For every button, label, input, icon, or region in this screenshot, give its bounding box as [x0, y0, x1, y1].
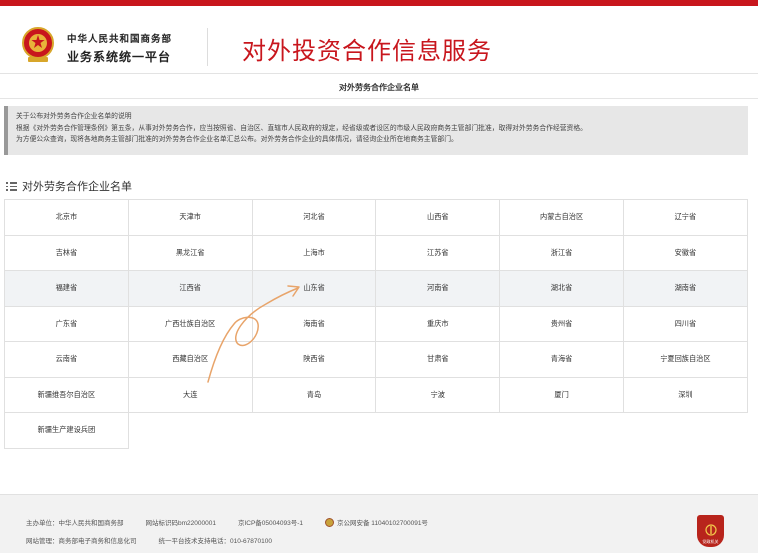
region-cell[interactable]: 新疆生产建设兵团: [4, 412, 129, 449]
region-cell[interactable]: 甘肃省: [375, 341, 501, 378]
region-cell[interactable]: 江西省: [127, 270, 253, 307]
region-cell[interactable]: 宁夏回族自治区: [622, 341, 748, 378]
region-cell[interactable]: 安徽省: [622, 234, 748, 271]
region-cell[interactable]: 陕西省: [251, 341, 377, 378]
region-cell[interactable]: 吉林省: [4, 234, 129, 271]
footer-line-2: 网站管理：商务部电子商务和信息化司 统一平台技术支持电话：010-6787010…: [26, 535, 272, 545]
region-cell[interactable]: 辽宁省: [622, 199, 748, 236]
section-title: 对外劳务合作企业名单: [22, 181, 132, 193]
badge-label: 党政机关: [702, 539, 719, 544]
site-footer: 主办单位：中华人民共和国商务部 网站标识码bm22000001 京ICP备050…: [0, 494, 758, 553]
region-cell[interactable]: 宁波: [375, 376, 501, 413]
region-cell[interactable]: 深圳: [622, 376, 748, 413]
section-header: 对外劳务合作企业名单: [6, 179, 132, 193]
region-cell[interactable]: 北京市: [4, 199, 129, 236]
region-row: 广东省 广西壮族自治区 海南省 重庆市 贵州省 四川省: [4, 305, 748, 342]
region-cell[interactable]: 青海省: [499, 341, 624, 378]
footer-sponsor: 主办单位：中华人民共和国商务部: [26, 520, 124, 527]
list-icon: [6, 181, 17, 191]
region-cell[interactable]: 河南省: [375, 270, 501, 307]
footer-police-text: 京公网安备 11040102700091号: [337, 520, 428, 527]
main-content: 对外劳务合作企业名单 关于公布对外劳务合作企业名单的说明 根据《对外劳务合作管理…: [0, 74, 758, 494]
police-badge-icon: [325, 517, 334, 527]
region-cell[interactable]: 新疆维吾尔自治区: [4, 376, 129, 413]
region-cell[interactable]: 西藏自治区: [127, 341, 253, 378]
page-title: 对外劳务合作企业名单: [339, 83, 419, 92]
region-cell[interactable]: 厦门: [499, 376, 624, 413]
region-row: 吉林省 黑龙江省 上海市 江苏省 浙江省 安徽省: [4, 234, 748, 271]
region-cell[interactable]: 湖南省: [622, 270, 748, 307]
region-cell[interactable]: 大连: [127, 376, 253, 413]
empty-cell: [128, 413, 252, 449]
national-emblem-icon[interactable]: [20, 26, 56, 64]
footer-site-code: 网站标识码bm22000001: [145, 520, 216, 527]
footer-police-link[interactable]: 京公网安备 11040102700091号: [325, 517, 428, 527]
footer-support: 统一平台技术支持电话：010-67870100: [158, 538, 272, 545]
region-cell[interactable]: 浙江省: [499, 234, 624, 271]
empty-cell: [376, 413, 500, 449]
ministry-name: 中华人民共和国商务部: [67, 34, 173, 45]
region-cell[interactable]: 内蒙古自治区: [499, 199, 624, 236]
region-cell[interactable]: 青岛: [251, 376, 377, 413]
region-cell[interactable]: 上海市: [251, 234, 377, 271]
region-cell[interactable]: 海南省: [251, 305, 377, 342]
region-cell[interactable]: 天津市: [127, 199, 253, 236]
region-cell[interactable]: 湖北省: [499, 270, 624, 307]
region-table: 北京市 天津市 河北省 山西省 内蒙古自治区 辽宁省 吉林省 黑龙江省 上海市 江苏省 浙江省 安徽省…: [4, 199, 748, 449]
site-header: 中华人民共和国商务部 业务系统统一平台 对外投资合作信息服务: [0, 6, 758, 74]
notice-heading: 关于公布对外劳务合作企业名单的说明: [16, 113, 132, 120]
region-cell[interactable]: 重庆市: [375, 305, 501, 342]
platform-name: 业务系统统一平台: [67, 50, 172, 64]
footer-line-1: 主办单位：中华人民共和国商务部 网站标识码bm22000001 京ICP备050…: [26, 517, 428, 527]
region-row: 云南省 西藏自治区 陕西省 甘肃省 青海省 宁夏回族自治区: [4, 341, 748, 378]
region-cell[interactable]: 江苏省: [375, 234, 501, 271]
region-row: 新疆维吾尔自治区 大连 青岛 宁波 厦门 深圳: [4, 376, 748, 413]
region-row: 北京市 天津市 河北省 山西省 内蒙古自治区 辽宁省: [4, 199, 748, 236]
notice-line: 根据《对外劳务合作管理条例》第五条，从事对外劳务合作，应当按照省、自治区、直辖市…: [16, 124, 587, 132]
region-cell[interactable]: 河北省: [251, 199, 377, 236]
notice-box: 关于公布对外劳务合作企业名单的说明 根据《对外劳务合作管理条例》第五条，从事对外…: [4, 106, 748, 155]
region-cell[interactable]: 山东省: [251, 270, 377, 307]
empty-cell: [500, 413, 624, 449]
region-cell[interactable]: 贵州省: [499, 305, 624, 342]
footer-icp-link[interactable]: 京ICP备05004093号-1: [238, 517, 303, 527]
empty-cell: [623, 413, 747, 449]
empty-cell: [252, 413, 376, 449]
region-cell[interactable]: 四川省: [622, 305, 748, 342]
footer-manager: 网站管理：商务部电子商务和信息化司: [26, 538, 137, 545]
region-cell[interactable]: 福建省: [4, 270, 129, 307]
region-cell[interactable]: 黑龙江省: [127, 234, 253, 271]
site-title[interactable]: 对外投资合作信息服务: [242, 31, 492, 66]
notice-line: 为方便公众查询，现将各地商务主管部门批准的对外劳务合作企业名单汇总公布。对外劳务…: [16, 136, 458, 143]
region-row: 新疆生产建设兵团: [4, 412, 748, 449]
region-cell[interactable]: 云南省: [4, 341, 129, 378]
government-site-badge[interactable]: 党政机关: [697, 515, 724, 547]
header-divider: [207, 28, 208, 66]
government-emblem-icon: [704, 524, 717, 536]
region-cell[interactable]: 广东省: [4, 305, 129, 342]
region-cell[interactable]: 广西壮族自治区: [127, 305, 253, 342]
region-row: 福建省 江西省 山东省 河南省 湖北省 湖南省: [4, 270, 748, 307]
title-divider: [0, 98, 758, 99]
region-cell[interactable]: 山西省: [375, 199, 501, 236]
